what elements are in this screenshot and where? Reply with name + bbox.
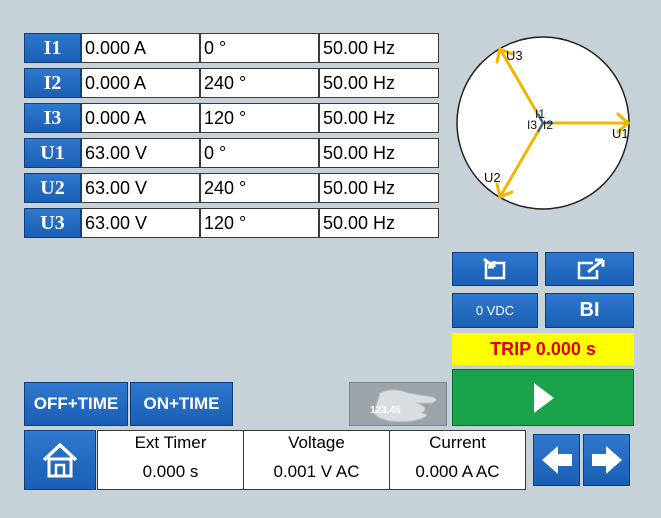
magnitude-field-u2[interactable]: 63.00 V [81, 173, 200, 203]
angle-field-i1[interactable]: 0 ° [200, 33, 319, 63]
off-time-button[interactable]: OFF+TIME [24, 382, 128, 426]
import-icon [483, 257, 506, 280]
export-button[interactable] [545, 252, 634, 286]
u2-label: U2 [484, 170, 501, 185]
play-button[interactable] [452, 369, 634, 426]
ext-timer-panel: Ext Timer 0.000 s [97, 430, 244, 490]
frequency-field-u2[interactable]: 50.00 Hz [319, 173, 439, 203]
channel-button-i1[interactable]: I1 [24, 33, 81, 63]
manual-entry-button[interactable]: 123.45 [349, 382, 447, 426]
magnitude-field-i1[interactable]: 0.000 A [81, 33, 200, 63]
angle-field-i2[interactable]: 240 ° [200, 68, 319, 98]
channel-button-u2[interactable]: U2 [24, 173, 81, 203]
previous-button[interactable] [533, 434, 580, 486]
manual-value: 123.45 [370, 405, 401, 416]
voltage-panel: Voltage 0.001 V AC [243, 430, 390, 490]
next-button[interactable] [583, 434, 630, 486]
home-button[interactable] [24, 430, 96, 490]
frequency-field-i3[interactable]: 50.00 Hz [319, 103, 439, 133]
current-value: 0.000 A AC [415, 462, 500, 481]
angle-field-i3[interactable]: 120 ° [200, 103, 319, 133]
trip-indicator: TRIP 0.000 s [452, 333, 634, 365]
i2-label: I2 [543, 118, 553, 132]
u3-label: U3 [506, 48, 523, 63]
channel-button-i3[interactable]: I3 [24, 103, 81, 133]
channel-row-u1: U1 63.00 V 0 ° 50.00 Hz [24, 138, 439, 168]
channel-button-u1[interactable]: U1 [24, 138, 81, 168]
channel-row-u2: U2 63.00 V 240 ° 50.00 Hz [24, 173, 439, 203]
magnitude-field-i3[interactable]: 0.000 A [81, 103, 200, 133]
frequency-field-i2[interactable]: 50.00 Hz [319, 68, 439, 98]
frequency-field-u3[interactable]: 50.00 Hz [319, 208, 439, 238]
channel-row-i1: I1 0.000 A 0 ° 50.00 Hz [24, 33, 439, 63]
frequency-field-i1[interactable]: 50.00 Hz [319, 33, 439, 63]
u1-label: U1 [612, 126, 629, 141]
angle-field-u1[interactable]: 0 ° [200, 138, 319, 168]
channel-row-u3: U3 63.00 V 120 ° 50.00 Hz [24, 208, 439, 238]
arrow-right-icon [591, 446, 622, 474]
channel-button-i2[interactable]: I2 [24, 68, 81, 98]
angle-field-u2[interactable]: 240 ° [200, 173, 319, 203]
magnitude-field-i2[interactable]: 0.000 A [81, 68, 200, 98]
on-time-button[interactable]: ON+TIME [130, 382, 233, 426]
channel-row-i3: I3 0.000 A 120 ° 50.00 Hz [24, 103, 439, 133]
magnitude-field-u3[interactable]: 63.00 V [81, 208, 200, 238]
i3-label: I3 [527, 118, 537, 132]
play-icon [534, 382, 554, 413]
home-icon [42, 442, 78, 478]
voltage-value: 0.001 V AC [273, 462, 360, 481]
phasor-diagram: U1 U3 U2 I1 I3 I2 [456, 36, 631, 210]
export-icon [577, 258, 604, 280]
ext-timer-label: Ext Timer [134, 433, 207, 452]
arrow-left-icon [541, 446, 572, 474]
binary-input-button[interactable]: BI [545, 293, 634, 328]
current-label: Current [429, 433, 486, 452]
channel-row-i2: I2 0.000 A 240 ° 50.00 Hz [24, 68, 439, 98]
dc-output-button[interactable]: 0 VDC [452, 293, 538, 328]
current-panel: Current 0.000 A AC [389, 430, 526, 490]
frequency-field-u1[interactable]: 50.00 Hz [319, 138, 439, 168]
magnitude-field-u1[interactable]: 63.00 V [81, 138, 200, 168]
voltage-label: Voltage [288, 433, 345, 452]
ext-timer-value: 0.000 s [142, 462, 199, 481]
import-button[interactable] [452, 252, 538, 286]
channel-button-u3[interactable]: U3 [24, 208, 81, 238]
angle-field-u3[interactable]: 120 ° [200, 208, 319, 238]
